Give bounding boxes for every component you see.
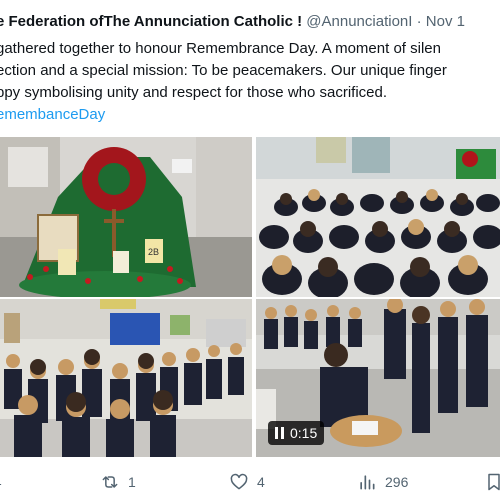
hashtag-link[interactable]: emembanceDay [0,104,500,126]
poster-number: 2B [148,247,159,257]
tweet-text-line: ppy symbolising unity and respect for th… [0,84,388,101]
separator-dot: · [416,13,422,30]
author-name[interactable]: e Federation ofThe Annunciation Catholic… [0,13,302,30]
photo-children-seated[interactable] [256,137,500,297]
tweet-header: e Federation ofThe Annunciation Catholic… [0,12,500,32]
video-duration: 0:15 [290,425,318,441]
tweet-text-line: ection and a special mission: To be peac… [0,62,447,79]
views-button[interactable]: 296 [357,472,408,492]
tweet-date[interactable]: Nov 1 [426,13,465,30]
views-chart-icon [360,475,375,490]
retweet-icon [102,476,118,488]
heart-icon [230,473,248,490]
media-grid: 2B [0,137,500,457]
like-button[interactable]: 4 [229,472,265,492]
like-count: 4 [257,474,265,490]
views-count: 296 [385,474,409,490]
tweet-actions: 1 1 4 296 [0,468,500,498]
retweet-count: 1 [128,474,136,490]
tweet-text-line: gathered together to honour Remembrance … [0,40,441,57]
bookmark-icon [488,473,500,491]
reply-button[interactable]: 1 [0,472,2,488]
retweet-button[interactable]: 1 [100,472,136,492]
photo-memorial-wreath[interactable]: 2B [0,137,252,297]
video-duration-badge[interactable]: 0:15 [268,421,325,445]
photo-children-standing[interactable] [0,299,252,457]
pause-icon[interactable] [275,427,284,439]
reply-count: 1 [0,472,2,488]
bookmark-button[interactable] [484,472,500,492]
tweet-text: gathered together to honour Remembrance … [0,38,500,126]
author-handle[interactable]: @AnnunciationI [306,13,412,30]
